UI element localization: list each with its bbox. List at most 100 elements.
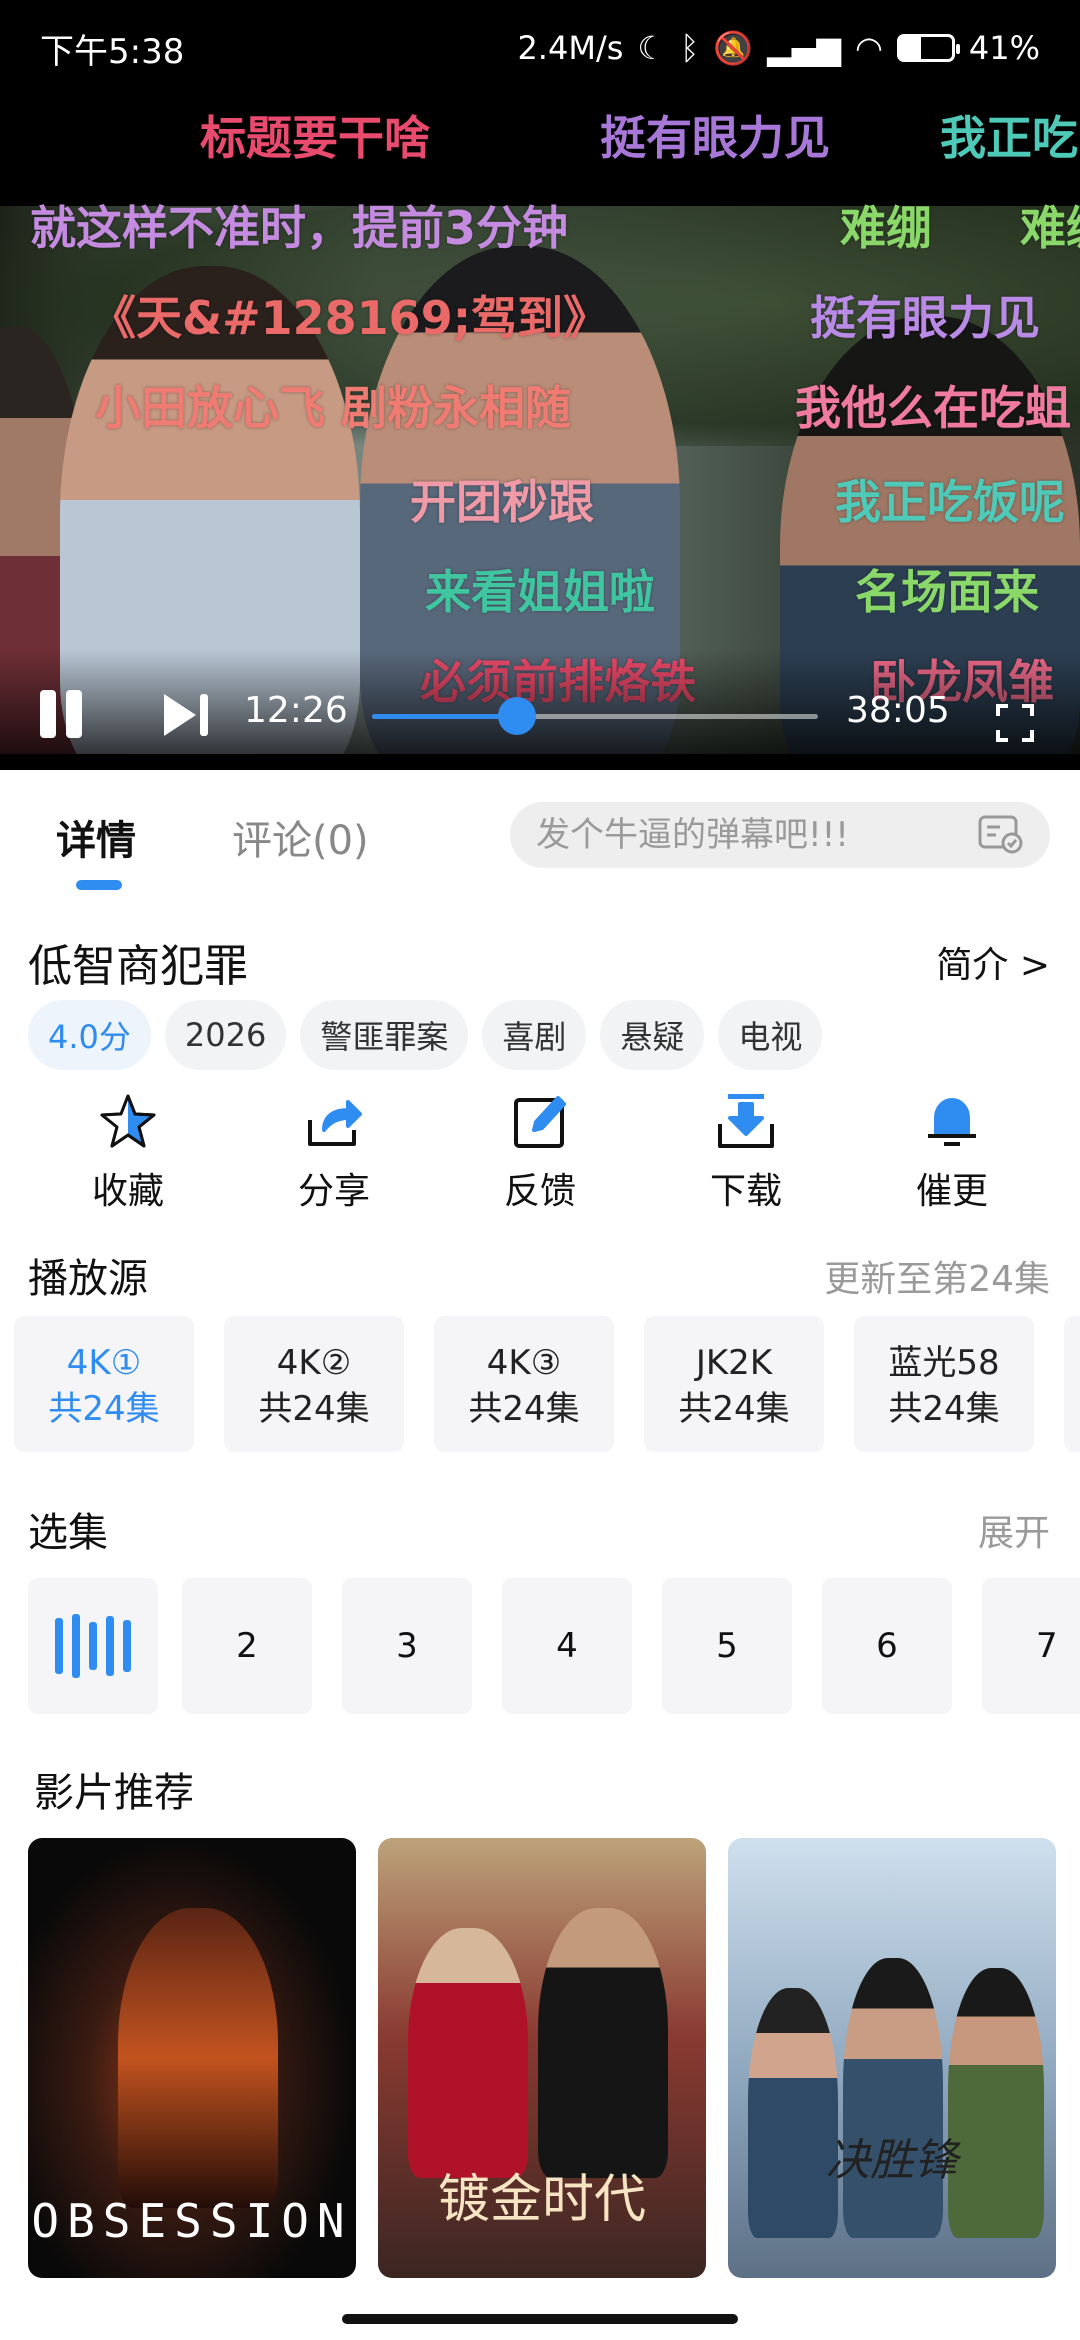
source-count: 共24集 — [48, 1389, 160, 1429]
recommend-title: 影片推荐 — [34, 1770, 194, 1816]
sources-title: 播放源 — [28, 1256, 148, 1302]
source-name: 4K③ — [486, 1343, 562, 1383]
favorite-button[interactable]: 收藏 — [48, 1090, 208, 1214]
source-name: 蓝光58 — [888, 1343, 1000, 1383]
bluetooth-icon: ᛒ — [680, 29, 700, 67]
episode-list: 2 3 4 5 6 7 — [28, 1578, 1080, 1716]
moon-icon: ☾ — [637, 29, 667, 67]
poster-card[interactable]: 镀金时代 — [378, 1838, 706, 2278]
danmaku-comment: 标题要干啥 — [200, 111, 430, 165]
episode-item[interactable]: 4 — [502, 1578, 632, 1714]
current-time: 12:26 — [244, 690, 348, 731]
danmaku-comment: 我正吃 — [940, 111, 1078, 165]
danmaku-comment: 我正吃饭呢 — [835, 475, 1065, 529]
episodes-title: 选集 — [28, 1510, 108, 1556]
poster-art — [748, 1988, 838, 2238]
danmaku-comment: 挺有眼力见 — [810, 291, 1040, 345]
type-tag[interactable]: 电视 — [718, 1000, 823, 1070]
danmaku-comment: 名场面来 — [855, 565, 1039, 619]
danmaku-comment: 来看姐姐啦 — [425, 565, 655, 619]
action-label: 分享 — [297, 1171, 370, 1212]
tab-bar: 详情 评论(0) — [0, 770, 1080, 900]
status-icons: 2.4M/s ☾ ᛒ 🔕 ▂▄▆ ◠ 41% — [517, 29, 1040, 67]
danmaku-input[interactable] — [536, 815, 978, 855]
danmaku-comment: 挺有眼力见 — [600, 111, 830, 165]
source-count: 共24集 — [468, 1389, 580, 1429]
poster-art — [843, 1958, 943, 2238]
episode-item[interactable]: 7 — [982, 1578, 1080, 1714]
progress-fill — [372, 714, 518, 719]
pause-icon[interactable] — [40, 690, 86, 738]
year-tag[interactable]: 2026 — [164, 1000, 287, 1070]
source-name: 4K② — [276, 1343, 352, 1383]
download-button[interactable]: 下载 — [666, 1090, 826, 1214]
edit-icon — [514, 1096, 566, 1148]
source-name: 4K① — [66, 1343, 142, 1383]
intro-link[interactable]: 简介 > — [936, 936, 1050, 988]
network-speed: 2.4M/s — [517, 29, 624, 67]
tab-comments[interactable]: 评论(0) — [232, 808, 369, 866]
poster-title: 决胜锋 — [826, 2135, 958, 2186]
action-label: 收藏 — [91, 1171, 164, 1212]
poster-art — [948, 1968, 1044, 2238]
battery-icon — [896, 34, 960, 62]
expand-link[interactable]: 展开 — [978, 1504, 1050, 1556]
danmaku-comment: 就这样不准时，提前3分钟 — [30, 201, 569, 255]
playing-indicator-icon — [55, 1614, 131, 1678]
remind-update-button[interactable]: 催更 — [872, 1090, 1032, 1214]
source-item[interactable]: 蓝光58 共24集 — [854, 1316, 1034, 1452]
episode-item[interactable]: 6 — [822, 1578, 952, 1714]
source-item[interactable]: JK2K 共24集 — [644, 1316, 824, 1452]
action-label: 下载 — [709, 1171, 782, 1212]
share-icon — [308, 1100, 362, 1146]
home-indicator[interactable] — [342, 2314, 738, 2324]
star-icon — [100, 1094, 156, 1148]
next-episode-icon[interactable] — [162, 692, 212, 738]
genre-tag[interactable]: 悬疑 — [600, 1000, 705, 1070]
source-item[interactable]: 4K② 共24集 — [224, 1316, 404, 1452]
progress-track[interactable] — [372, 697, 818, 735]
battery-percent: 41% — [968, 29, 1040, 67]
danmaku-comment: 我他么在吃蛆 — [795, 381, 1071, 435]
poster-title: 镀金时代 — [437, 2170, 646, 2230]
battery-fill — [899, 37, 922, 59]
episode-item[interactable]: 2 — [182, 1578, 312, 1714]
wifi-icon: ◠ — [854, 29, 883, 67]
source-item-partial[interactable] — [1064, 1316, 1080, 1452]
danmaku-comment: 难绷 — [1020, 201, 1080, 255]
update-status: 更新至第24集 — [824, 1259, 1050, 1300]
poster-card[interactable]: 决胜锋 — [728, 1838, 1056, 2278]
poster-list: OBSESSION 镀金时代 决胜锋 — [28, 1838, 1058, 2298]
player-controls: 12:26 38:05 — [0, 650, 1080, 770]
poster-art — [408, 1928, 528, 2178]
total-time: 38:05 — [846, 690, 950, 731]
source-count: 共24集 — [888, 1389, 1000, 1429]
mute-icon: 🔕 — [713, 29, 754, 67]
fullscreen-icon[interactable] — [996, 704, 1034, 742]
poster-art — [118, 1908, 278, 2208]
episode-item[interactable]: 3 — [342, 1578, 472, 1714]
source-name: JK2K — [695, 1343, 773, 1383]
feedback-button[interactable]: 反馈 — [460, 1090, 620, 1214]
video-player[interactable]: 标题要干啥挺有眼力见我正吃就这样不准时，提前3分钟难绷难绷《天&#128169;… — [0, 96, 1080, 770]
poster-card[interactable]: OBSESSION — [28, 1838, 356, 2278]
source-item[interactable]: 4K③ 共24集 — [434, 1316, 614, 1452]
action-label: 催更 — [915, 1171, 988, 1212]
episode-item-playing[interactable] — [28, 1578, 158, 1714]
poster-title: OBSESSION — [31, 2194, 353, 2248]
danmaku-settings-icon[interactable] — [978, 815, 1024, 855]
episode-item[interactable]: 5 — [662, 1578, 792, 1714]
danmaku-input-box[interactable] — [510, 802, 1050, 868]
status-time: 下午5:38 — [40, 31, 185, 72]
download-icon — [718, 1094, 774, 1148]
genre-tag[interactable]: 警匪罪案 — [300, 1000, 469, 1070]
tab-indicator — [76, 880, 122, 890]
bell-icon — [928, 1098, 976, 1146]
source-item[interactable]: 4K① 共24集 — [14, 1316, 194, 1452]
tab-detail[interactable]: 详情 — [56, 808, 136, 866]
danmaku-comment: 小田放心飞 剧粉永相随 — [95, 381, 572, 435]
danmaku-comment: 难绷 — [840, 201, 932, 255]
share-button[interactable]: 分享 — [254, 1090, 414, 1214]
progress-knob[interactable] — [498, 697, 537, 735]
genre-tag[interactable]: 喜剧 — [482, 1000, 587, 1070]
